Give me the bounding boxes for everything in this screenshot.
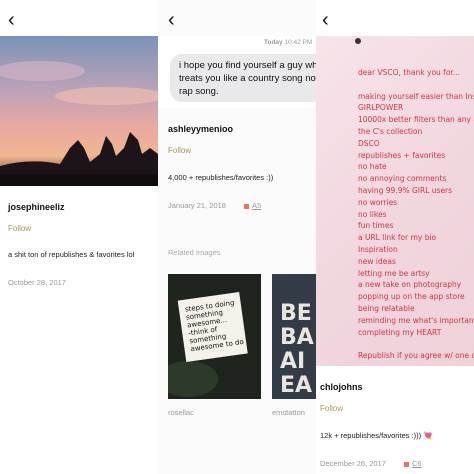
message-bubble: i hope you find yourself a guy who treat…	[170, 54, 316, 102]
message-screenshot[interactable]: Today 10:42 PM i hope you find yourself …	[158, 36, 316, 108]
note-line: fun times	[358, 221, 394, 231]
note-line: the C's collection	[358, 127, 423, 136]
note-line: no likes	[358, 209, 387, 219]
note-line: having 99.9% GIRL users	[358, 186, 453, 195]
caption: 4,000 + republishes/favorites :))	[168, 173, 274, 182]
note-line: reminding me what's important	[358, 315, 474, 325]
note-line: no worries	[358, 197, 398, 207]
note-line: Republish if you agree w/ one of these	[358, 351, 474, 361]
post-date: December 26, 2017	[320, 459, 386, 468]
note-line: DSCO	[358, 138, 380, 148]
caption: a shit ton of republishes & favorites lo…	[8, 250, 135, 259]
follow-button[interactable]: Follow	[320, 404, 343, 413]
message-timestamp: Today 10:42 PM	[264, 39, 313, 46]
note-line: GIRLPOWER	[358, 103, 404, 113]
note-line: a new take on photography	[358, 280, 462, 290]
back-chevron-icon[interactable]: ‹	[322, 10, 329, 30]
caption: 12k + republishes/favorites :))) 💘	[320, 431, 433, 440]
note-line: making yourself easier than Instagram	[358, 91, 474, 101]
back-chevron-icon[interactable]: ‹	[8, 10, 15, 30]
related-image-2[interactable]: BE BA AI EA	[272, 274, 316, 399]
preset-tag[interactable]: C6	[404, 459, 422, 468]
note-line: completing my HEART	[358, 327, 442, 337]
svg-text:EA: EA	[280, 373, 312, 398]
related-image-1[interactable]: steps to doing something awesome... -thi…	[158, 274, 261, 399]
note-line: letting me be artsy	[358, 268, 430, 278]
note-line: Inspiration	[358, 245, 398, 254]
follow-button[interactable]: Follow	[168, 146, 191, 155]
note-line: no hate	[358, 162, 387, 172]
follow-button[interactable]: Follow	[8, 224, 31, 233]
post-panel-3: ‹ dear VSCO, thank you for... making your…	[316, 0, 474, 474]
sunset-photo[interactable]	[0, 36, 158, 186]
related-images-label: Related Images	[168, 248, 221, 257]
preset-tag[interactable]: A5	[244, 201, 261, 210]
post-panel-1: ‹ josephineeliz Follow a shit ton of rep…	[0, 0, 158, 474]
post-date: January 21, 2018	[168, 201, 226, 210]
related-image-2-art: BE BA AI EA	[272, 274, 316, 399]
related-image-1-art: steps to doing something awesome... -thi…	[158, 274, 261, 399]
preset-color-icon	[404, 461, 409, 467]
preset-color-icon	[244, 203, 249, 209]
message-text: i hope you find yourself a guy who treat…	[179, 60, 316, 97]
related-image-1-user[interactable]: rosellac	[168, 408, 194, 417]
back-chevron-icon[interactable]: ‹	[168, 10, 175, 30]
pushpin-icon	[355, 38, 361, 44]
username[interactable]: ashleyymenioo	[168, 124, 233, 134]
note-line: republishes + favorites	[358, 150, 446, 160]
note-line: dear VSCO, thank you for...	[358, 68, 460, 77]
note-line: a URL link for my bio	[358, 233, 437, 243]
note-line: 10000x better filters than any app	[358, 115, 474, 125]
note-line: no annoying comments	[358, 174, 447, 184]
note-line: popping up on the app store	[358, 292, 465, 302]
svg-text:BA: BA	[280, 325, 314, 350]
svg-text:BE: BE	[280, 301, 312, 326]
related-image-2-user[interactable]: emstatton	[272, 408, 305, 417]
post-date: October 28, 2017	[8, 278, 66, 287]
note-photo[interactable]: dear VSCO, thank you for... making yourse…	[316, 36, 474, 366]
username[interactable]: josephineeliz	[8, 202, 65, 212]
username[interactable]: chlojohns	[320, 382, 363, 392]
post-panel-2: ‹ Today 10:42 PM i hope you find yoursel…	[158, 0, 316, 474]
svg-text:AI: AI	[280, 349, 305, 374]
note-line: new ideas	[358, 256, 396, 266]
note-line: being relatable	[358, 304, 415, 313]
